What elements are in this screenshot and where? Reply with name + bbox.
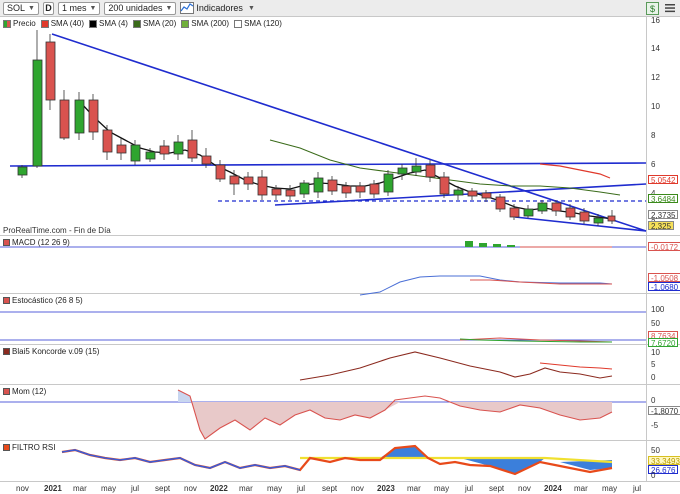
sma-40-line [539, 163, 611, 179]
momentum-plot [0, 389, 646, 440]
x-axis-label: nov [518, 484, 531, 493]
macd-plot [0, 241, 646, 296]
koncorde-axis-label: 5 [651, 360, 656, 369]
x-axis-label: may [267, 484, 283, 493]
x-axis-label: 2024 [544, 484, 562, 493]
x-axis-label: sept [322, 484, 338, 493]
rsi-axis-label: 50 [651, 446, 660, 455]
stochastic-plot [0, 311, 646, 343]
koncorde-axis-label: 0 [651, 373, 656, 382]
panel-icon [3, 239, 10, 246]
time-axis[interactable]: nov 2021 mar may jul sept nov 2022 mar m… [0, 481, 680, 494]
x-axis-label: may [602, 484, 618, 493]
macd-label[interactable]: MACD (12 26 9) [3, 238, 70, 247]
macd-tag: -1,0680 [648, 282, 680, 292]
source-caption: ProRealTime.com - Fin de Día [3, 226, 111, 235]
panel-icon [3, 348, 10, 355]
price-tag-sma20: 3,6484 [648, 194, 679, 204]
stochastic-label[interactable]: Estocástico (26 8 5) [3, 296, 83, 305]
momentum-label[interactable]: Mom (12) [3, 387, 46, 396]
x-axis-label: mar [239, 484, 253, 493]
macd-label-text: MACD (12 26 9) [12, 238, 70, 247]
x-axis-label: mar [574, 484, 588, 493]
chart-canvas[interactable] [0, 0, 680, 494]
x-axis-label: may [101, 484, 117, 493]
rsi-label-text: FILTRO RSI [12, 443, 56, 452]
mom-axis-label: -5 [651, 421, 659, 430]
price-tag-sma40: 5,0542 [648, 175, 679, 185]
x-axis-label: jul [633, 484, 642, 493]
rsi-label[interactable]: FILTRO RSI [3, 443, 55, 452]
x-axis-label: sept [155, 484, 171, 493]
panel-icon [3, 388, 10, 395]
x-axis-label: jul [465, 484, 474, 493]
stoch-axis-label: 100 [651, 305, 665, 314]
price-candles [17, 30, 616, 226]
momentum-label-text: Mom (12) [12, 387, 47, 396]
price-axis-label: 14 [651, 44, 660, 53]
panel-icon [3, 297, 10, 304]
koncorde-axis-label: 10 [651, 348, 660, 357]
panel-icon [3, 444, 10, 451]
x-axis-label: mar [73, 484, 87, 493]
mom-axis-label: 0 [651, 396, 656, 405]
x-axis-label: nov [184, 484, 197, 493]
koncorde-label-text: Blai5 Koncorde v.09 (15) [12, 347, 100, 356]
x-axis-label: jul [297, 484, 306, 493]
price-tag-sma4: 2,3735 [648, 210, 679, 220]
x-axis-label: jul [131, 484, 140, 493]
stochastic-label-text: Estocástico (26 8 5) [12, 296, 83, 305]
x-axis-label: 2023 [377, 484, 395, 493]
price-axis-label: 6 [651, 160, 656, 169]
rsi-axis-label: 0 [651, 471, 656, 480]
rsi-tag: 33,3493 [648, 456, 680, 466]
x-axis-label: 2021 [44, 484, 62, 493]
x-axis-label: sept [489, 484, 505, 493]
stoch-axis-label: 50 [651, 319, 660, 328]
price-axis-label: 12 [651, 73, 660, 82]
price-axis-label: 10 [651, 102, 660, 111]
price-axis-label: 16 [651, 16, 660, 25]
price-axis-label: 8 [651, 131, 656, 140]
mom-tag: -1,8070 [648, 406, 680, 416]
x-axis-label: mar [407, 484, 421, 493]
koncorde-label[interactable]: Blai5 Koncorde v.09 (15) [3, 347, 99, 356]
x-axis-label: may [434, 484, 450, 493]
koncorde-plot [299, 351, 613, 381]
rsi-plot [61, 444, 613, 476]
macd-tag: -0,0172 [648, 242, 680, 252]
stoch-tag: 7,6720 [648, 338, 679, 348]
x-axis-label: nov [16, 484, 29, 493]
price-tag-last: 2,325 [648, 221, 675, 231]
macd-tag: -1,0508 [648, 273, 680, 283]
x-axis-label: 2022 [210, 484, 228, 493]
x-axis-label: nov [351, 484, 364, 493]
